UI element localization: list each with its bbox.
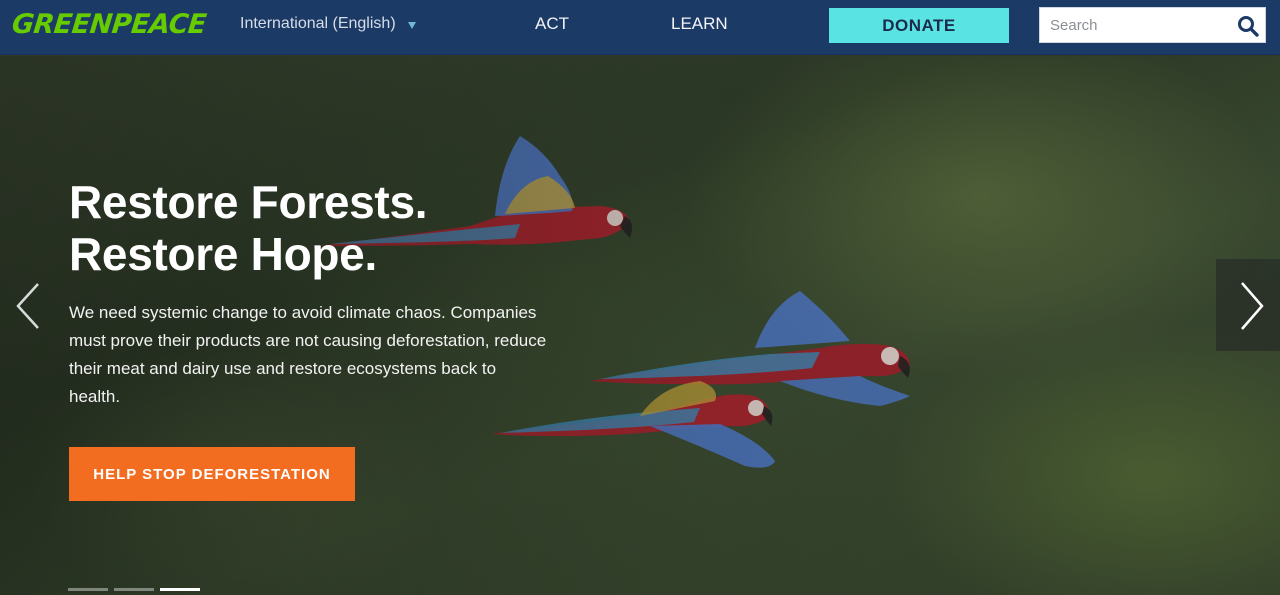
slide-indicator-3[interactable] [160, 588, 200, 591]
caret-down-icon [407, 22, 416, 29]
nav-learn[interactable]: LEARN [671, 14, 728, 34]
hero-banner: Restore Forests. Restore Hope. We need s… [0, 56, 1280, 595]
language-selector[interactable]: International (English) [240, 15, 416, 33]
search-button[interactable] [1237, 15, 1259, 37]
search-box [1039, 7, 1266, 43]
slide-indicator-1[interactable] [68, 588, 108, 591]
hero-description: We need systemic change to avoid climate… [69, 303, 547, 406]
carousel-prev-button[interactable] [10, 276, 50, 336]
search-input[interactable] [1040, 8, 1230, 42]
donate-button[interactable]: DONATE [829, 8, 1009, 43]
nav-act[interactable]: ACT [535, 14, 569, 34]
site-header: GREENPEACE International (English) ACT L… [0, 0, 1280, 55]
chevron-right-icon [1241, 282, 1264, 330]
hero-title-line-2: Restore Hope. [69, 228, 377, 280]
carousel-indicators [68, 588, 200, 591]
greenpeace-logo[interactable]: GREENPEACE [10, 9, 207, 40]
hero-title: Restore Forests. Restore Hope. [69, 176, 669, 280]
chevron-left-icon [16, 283, 39, 329]
hero-title-line-1: Restore Forests. [69, 176, 428, 228]
search-icon [1238, 16, 1259, 37]
carousel-next-button[interactable] [1216, 259, 1280, 351]
language-label: International (English) [240, 15, 396, 32]
slide-indicator-2[interactable] [114, 588, 154, 591]
help-stop-deforestation-button[interactable]: HELP STOP DEFORESTATION [69, 447, 355, 501]
